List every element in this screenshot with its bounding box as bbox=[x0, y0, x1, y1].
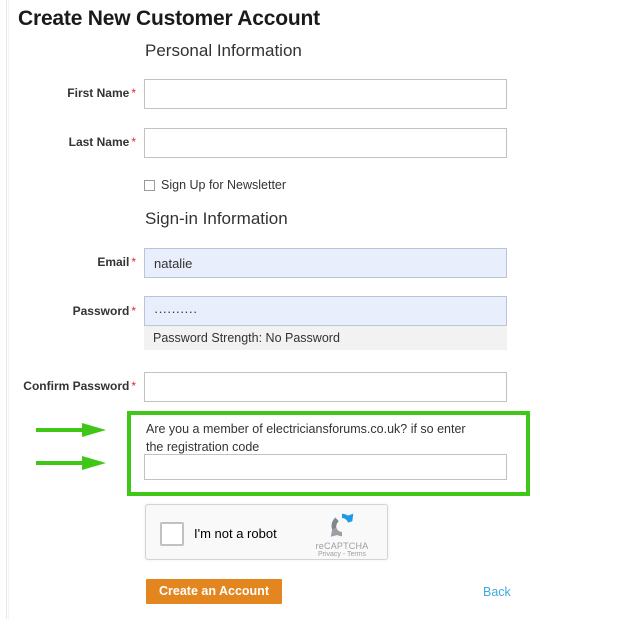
registration-code-input[interactable] bbox=[144, 454, 507, 480]
last-name-input[interactable] bbox=[144, 128, 507, 158]
back-link[interactable]: Back bbox=[483, 585, 511, 599]
confirm-password-required-asterisk: * bbox=[131, 379, 136, 393]
last-name-label: Last Name * bbox=[0, 135, 136, 149]
recaptcha-logo-icon bbox=[330, 513, 354, 537]
password-label-text: Password bbox=[72, 304, 130, 318]
password-required-asterisk: * bbox=[131, 304, 136, 318]
annotation-arrow-icon-1 bbox=[36, 422, 108, 438]
email-input[interactable] bbox=[144, 248, 507, 278]
first-name-label: First Name * bbox=[0, 86, 136, 100]
confirm-password-label: Confirm Password * bbox=[0, 379, 136, 393]
password-strength-indicator: Password Strength: No Password bbox=[144, 326, 507, 350]
create-account-button[interactable]: Create an Account bbox=[146, 579, 282, 604]
confirm-password-label-text: Confirm Password bbox=[23, 379, 130, 393]
recaptcha-brand-name: reCAPTCHA bbox=[315, 541, 369, 551]
email-label: Email * bbox=[0, 255, 136, 269]
registration-code-question: Are you a member of electriciansforums.c… bbox=[146, 422, 466, 454]
password-label: Password * bbox=[0, 304, 136, 318]
newsletter-checkbox[interactable] bbox=[144, 179, 155, 191]
section-heading-signin-information: Sign-in Information bbox=[145, 209, 288, 228]
section-heading-personal-information: Personal Information bbox=[145, 41, 302, 60]
annotation-arrow-icon-2 bbox=[36, 455, 108, 471]
page-title: Create New Customer Account bbox=[18, 7, 320, 30]
recaptcha-branding: reCAPTCHA Privacy - Terms bbox=[306, 510, 378, 558]
email-label-text: Email bbox=[97, 255, 130, 269]
first-name-label-text: First Name bbox=[67, 86, 130, 100]
create-account-page: Create New Customer Account Personal Inf… bbox=[0, 0, 630, 619]
last-name-label-text: Last Name bbox=[68, 135, 130, 149]
password-input[interactable] bbox=[144, 296, 507, 326]
newsletter-checkbox-row[interactable]: Sign Up for Newsletter bbox=[144, 178, 286, 192]
newsletter-label: Sign Up for Newsletter bbox=[161, 178, 287, 192]
first-name-input[interactable] bbox=[144, 79, 507, 109]
recaptcha-widget[interactable]: I'm not a robot reCAPTCHA Privacy - Term… bbox=[145, 504, 388, 560]
first-name-required-asterisk: * bbox=[131, 86, 136, 100]
recaptcha-checkbox[interactable] bbox=[160, 522, 184, 546]
confirm-password-input[interactable] bbox=[144, 372, 507, 402]
recaptcha-label: I'm not a robot bbox=[194, 526, 277, 541]
email-required-asterisk: * bbox=[131, 255, 136, 269]
last-name-required-asterisk: * bbox=[131, 135, 136, 149]
recaptcha-terms-text: Privacy - Terms bbox=[317, 551, 367, 558]
